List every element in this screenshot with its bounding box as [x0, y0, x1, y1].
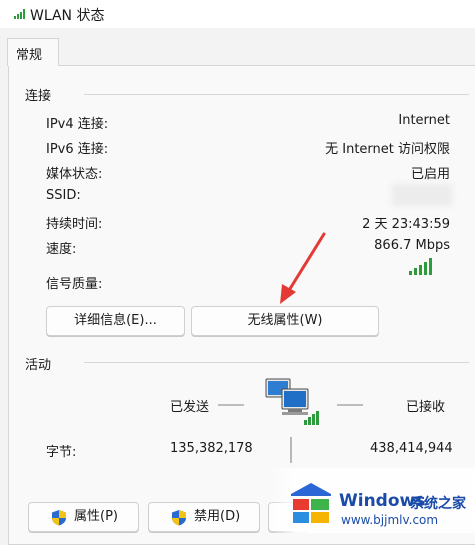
bytes-divider	[290, 437, 292, 463]
windows-logo-icon	[291, 483, 331, 523]
bytes-label: 字节:	[46, 445, 77, 460]
wifi-signal-icon	[14, 9, 25, 19]
bytes-sent-value: 135,382,178	[170, 441, 253, 456]
disable-label: 禁用(D)	[194, 509, 241, 524]
window-title: WLAN 状态	[30, 8, 105, 24]
dash-line	[337, 404, 363, 406]
uac-shield-icon	[172, 510, 186, 526]
bytes-received-value: 438,414,944	[370, 441, 453, 456]
ipv6-label: IPv6 连接:	[46, 142, 109, 157]
watermark-suffix: 系统之家	[410, 496, 466, 512]
ipv4-value: Internet	[398, 113, 450, 128]
annotation-arrow-icon	[280, 232, 326, 304]
signal-strength-icon	[409, 258, 434, 275]
tab-strip	[0, 28, 475, 64]
properties-label: 属性(P)	[74, 509, 118, 524]
ipv4-label: IPv4 连接:	[46, 117, 109, 132]
ssid-value-redacted	[392, 184, 452, 206]
signal-quality-label: 信号质量:	[46, 277, 103, 292]
speed-value: 866.7 Mbps	[374, 238, 450, 253]
duration-label: 持续时间:	[46, 217, 103, 232]
received-label: 已接收	[406, 400, 446, 415]
sent-label: 已发送	[170, 400, 210, 415]
properties-button[interactable]: 属性(P)	[28, 502, 139, 532]
section-divider	[84, 362, 469, 363]
section-divider	[84, 94, 469, 95]
network-computers-icon	[265, 378, 319, 425]
uac-shield-icon	[52, 510, 66, 526]
media-state-label: 媒体状态:	[46, 167, 103, 182]
speed-label: 速度:	[46, 242, 77, 257]
wireless-properties-button[interactable]: 无线属性(W)	[191, 306, 379, 336]
details-button[interactable]: 详细信息(E)...	[46, 306, 185, 336]
tab-general[interactable]: 常规	[7, 38, 59, 66]
connection-section-label: 连接	[25, 89, 52, 104]
media-state-value: 已启用	[410, 167, 450, 182]
ipv6-value: 无 Internet 访问权限	[325, 142, 450, 157]
disable-button[interactable]: 禁用(D)	[148, 502, 260, 532]
watermark-url: www.bjjmlv.com	[341, 513, 439, 527]
ssid-label: SSID:	[46, 188, 81, 203]
dash-line	[218, 404, 244, 406]
duration-value: 2 天 23:43:59	[362, 217, 450, 232]
activity-section-label: 活动	[25, 358, 52, 373]
